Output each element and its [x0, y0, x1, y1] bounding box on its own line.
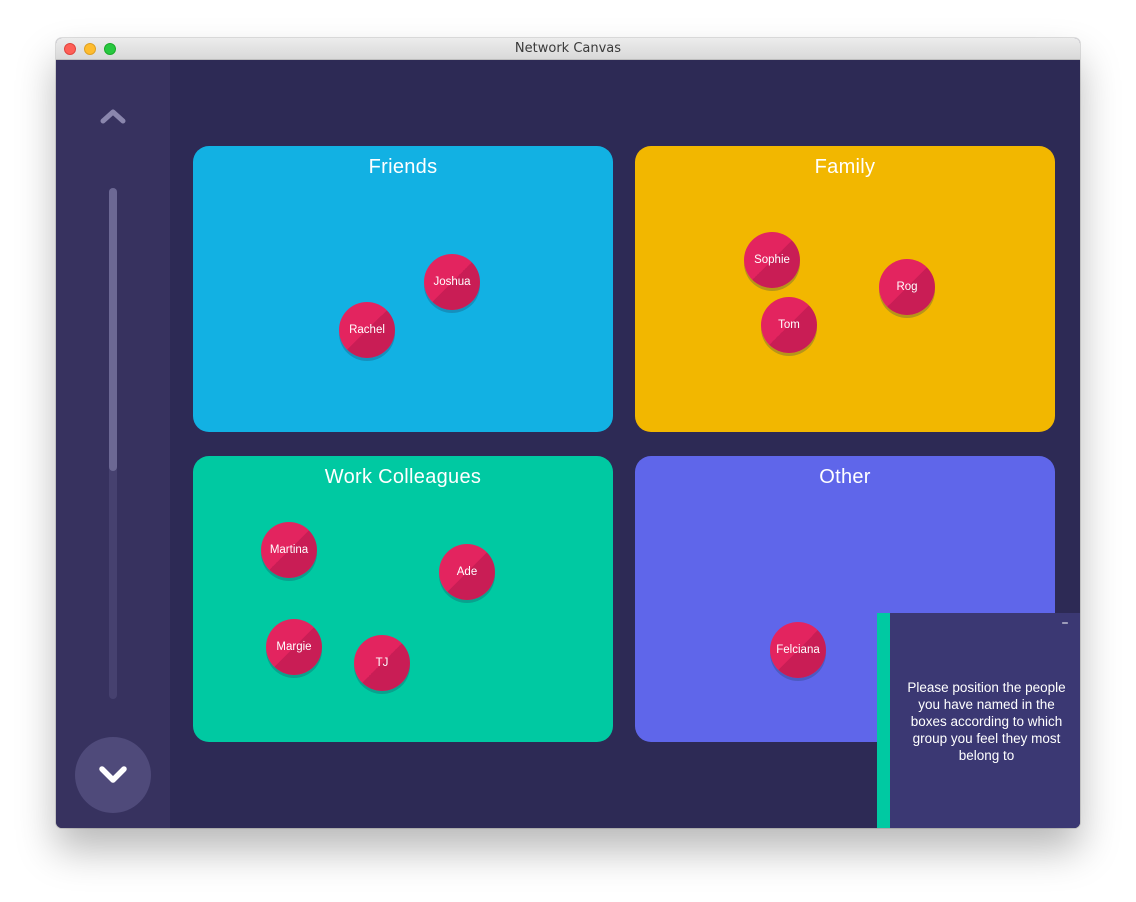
- node-martina[interactable]: Martina: [261, 522, 317, 578]
- bin-title: Other: [819, 466, 871, 488]
- node-sophie[interactable]: Sophie: [744, 232, 800, 288]
- bin-title: Friends: [368, 156, 438, 178]
- bin-work-colleagues[interactable]: Work Colleagues Martina Ade Margie TJ: [193, 456, 613, 742]
- bin-friends[interactable]: Friends Joshua Rachel: [193, 146, 613, 432]
- bin-title: Family: [814, 156, 876, 178]
- bin-title: Work Colleagues: [324, 466, 482, 488]
- node-margie[interactable]: Margie: [266, 619, 322, 675]
- prompt-text: Please position the people you have name…: [907, 680, 1066, 763]
- progress-bar-fill[interactable]: [109, 188, 117, 471]
- chevron-up-icon: [100, 109, 126, 124]
- node-rachel[interactable]: Rachel: [339, 302, 395, 358]
- next-stage-button[interactable]: [75, 737, 151, 813]
- node-joshua[interactable]: Joshua: [424, 254, 480, 310]
- bin-family[interactable]: Family Sophie Tom Rog: [635, 146, 1055, 432]
- progress-track: [109, 188, 117, 699]
- previous-stage-button[interactable]: [100, 108, 126, 124]
- prompt-accent-bar: [877, 613, 890, 828]
- node-felciana[interactable]: Felciana: [770, 622, 826, 678]
- node-ade[interactable]: Ade: [439, 544, 495, 600]
- title-bar: Network Canvas: [56, 38, 1080, 60]
- minimize-prompt-button[interactable]: –: [1058, 616, 1072, 630]
- node-rog[interactable]: Rog: [879, 259, 935, 315]
- chevron-down-icon: [99, 766, 127, 783]
- node-tom[interactable]: Tom: [761, 297, 817, 353]
- sidebar: [56, 60, 170, 828]
- window-title: Network Canvas: [514, 41, 622, 56]
- app-window: Network Canvas Friends Joshua Rachel Fam…: [56, 38, 1080, 828]
- node-tj[interactable]: TJ: [354, 635, 410, 691]
- prompt-panel: – Please position the people you have na…: [877, 613, 1080, 828]
